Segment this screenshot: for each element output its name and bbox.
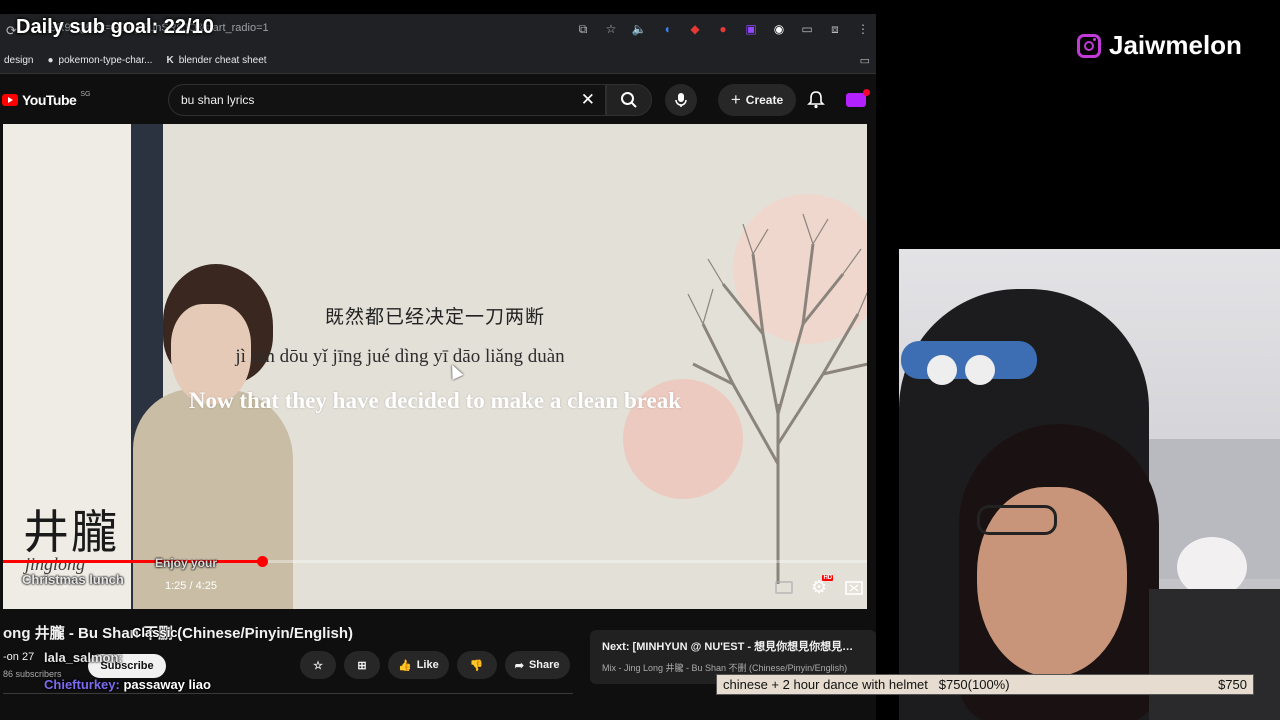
lyric-chinese: 既然都已经决定一刀两断 — [324, 306, 545, 328]
webcam-pillow-eye — [927, 355, 957, 385]
next-up-subtitle: Mix - Jing Long 井朧 - Bu Shan 不删 (Chinese… — [602, 663, 848, 673]
profile-badge-icon[interactable]: ◉ — [770, 20, 788, 38]
create-button[interactable]: + Create — [718, 84, 796, 116]
chat-message-text: Enjoy your — [155, 556, 218, 570]
k-icon: K — [166, 55, 174, 66]
bookmark-design[interactable]: design — [4, 55, 33, 66]
instagram-handle: Jaiwmelon — [1077, 30, 1242, 61]
fullscreen-icon[interactable] — [845, 580, 863, 595]
video-time: 1:25 / 4:25 — [165, 580, 217, 592]
browser-toolbar: ⧉ ☆ 🔈 ◖ ◆ ● ▣ ◉ ▭ ⧈ ⋮ — [574, 20, 872, 38]
dislike-button[interactable]: 👎 — [456, 651, 497, 679]
search-button[interactable] — [606, 84, 652, 116]
star-icon: ☆ — [313, 659, 323, 672]
browser-window: ⟳ ...SR9JQ&list=RDDj-EunSR9JQ&start_radi… — [0, 14, 876, 720]
extension-red-icon[interactable]: ◆ — [686, 20, 704, 38]
goal-description: chinese + 2 hour dance with helmet $750(… — [723, 677, 1010, 692]
webcam-feed — [899, 249, 1280, 720]
like-button[interactable]: 👍 Like — [388, 651, 449, 679]
thumbs-up-icon: 👍 — [398, 659, 412, 672]
extension-grey-icon[interactable]: ▭ — [798, 20, 816, 38]
voice-search-button[interactable] — [665, 84, 697, 116]
youtube-play-icon — [2, 94, 18, 106]
subtitles-icon[interactable] — [775, 581, 793, 594]
webcam-glasses — [977, 505, 1057, 535]
goal-total: $750 — [1218, 677, 1247, 692]
youtube-logo[interactable]: YouTube SG — [2, 91, 90, 108]
save-star-button[interactable]: ☆ — [300, 651, 336, 679]
mic-icon — [675, 93, 687, 107]
player-settings-controls: ⚙ HD — [775, 575, 863, 598]
webcam-plush-toy — [1177, 537, 1247, 597]
menu-icon[interactable]: ⋮ — [854, 20, 872, 38]
video-person-shirt — [133, 389, 293, 609]
bookmark-star-icon[interactable]: ☆ — [602, 20, 620, 38]
bookmarks-bar: design ● pokemon-type-char... Kblender ch… — [0, 48, 876, 74]
donation-goal-bar: chinese + 2 hour dance with helmet $750(… — [716, 674, 1254, 695]
divider — [3, 693, 573, 694]
share-button[interactable]: ➦ Share — [504, 651, 570, 679]
next-up-title: Next: [MINHYUN @ NU'EST - 想見你想見你想見你(... — [602, 641, 864, 653]
twitch-icon[interactable]: ▣ — [742, 20, 760, 38]
sub-goal-counter: Daily sub goal: 22/10 — [16, 16, 214, 38]
account-avatar[interactable] — [846, 89, 870, 107]
thumbs-down-icon: 👎 — [469, 659, 484, 672]
github-icon: ● — [47, 55, 54, 66]
video-actions: ☆ ⊞ 👍 Like 👎 ➦ Share — [300, 651, 570, 679]
record-icon[interactable]: ● — [714, 20, 732, 38]
plus-icon: + — [730, 90, 741, 109]
video-title: ong 井朧 - Bu Shan 不删 (Chinese/Pinyin/Engl… — [3, 625, 354, 642]
webcam-shelf — [1149, 589, 1280, 720]
search-input[interactable]: bu shan lyrics ✕ — [168, 84, 606, 116]
install-icon[interactable]: ⧉ — [574, 20, 592, 38]
volume-icon[interactable]: 🔈 — [630, 20, 648, 38]
channel-name[interactable]: -on 27 — [3, 651, 34, 663]
instagram-icon — [1077, 33, 1101, 58]
grid-icon: ⊞ — [357, 659, 367, 672]
chat-message: Chiefturkey: passaway liao — [44, 677, 211, 692]
stream-frame: ⟳ ...SR9JQ&list=RDDj-EunSR9JQ&start_radi… — [0, 0, 1280, 720]
bookmark-pokemon[interactable]: ● pokemon-type-char... — [47, 55, 152, 66]
webcam-pillow-eye — [965, 355, 995, 385]
share-icon: ➦ — [514, 659, 524, 672]
hd-badge-icon: HD — [822, 575, 834, 581]
folder-icon[interactable]: ▭ — [860, 54, 870, 67]
settings-gear-icon[interactable]: ⚙ HD — [811, 575, 834, 598]
notifications-bell-icon[interactable] — [806, 90, 826, 110]
search-icon — [621, 92, 637, 108]
lyric-pinyin: jì rán dōu yǐ jīng jué dìng yī dāo liǎng… — [235, 346, 565, 367]
chat-message: Christmas lunch — [22, 572, 124, 587]
progress-fill — [3, 560, 263, 563]
extension-blue-icon[interactable]: ◖ — [658, 20, 676, 38]
grid-button[interactable]: ⊞ — [344, 651, 380, 679]
puzzle-icon[interactable]: ⧈ — [826, 20, 844, 38]
bookmark-blender[interactable]: Kblender cheat sheet — [166, 55, 266, 66]
youtube-header: YouTube SG bu shan lyrics ✕ + Create — [0, 76, 876, 124]
chat-message: Classic — [132, 625, 178, 640]
chat-message: lala_salmon: — [44, 650, 123, 665]
video-progress-bar[interactable] — [3, 556, 867, 567]
artist-name-chinese: 井朧 — [23, 505, 119, 559]
video-player[interactable]: 既然都已经决定一刀两断 jì rán dōu yǐ jīng jué dìng … — [3, 124, 867, 609]
lyric-english: Now that they have decided to make a cle… — [188, 388, 682, 413]
clear-search-icon[interactable]: ✕ — [581, 90, 595, 110]
